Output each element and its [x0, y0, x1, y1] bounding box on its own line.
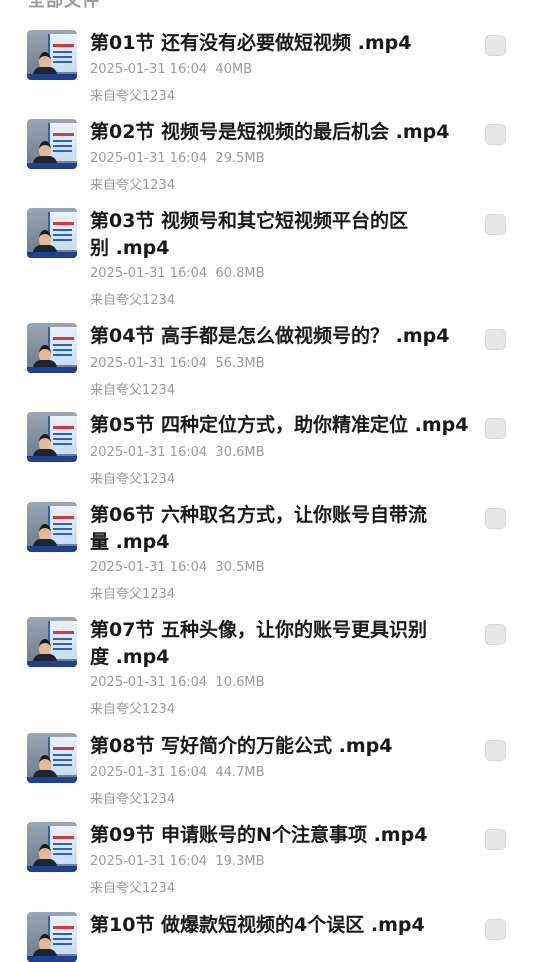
file-title: 第05节 四种定位方式，助你精准定位 .mp4	[90, 414, 469, 436]
video-thumbnail	[27, 208, 77, 258]
file-meta: 2025-01-31 16:04 30.5MB	[90, 560, 265, 575]
file-title: 第01节 还有没有必要做短视频 .mp4	[90, 32, 412, 54]
file-title: 第03节 视频号和其它短视频平台的区别 .mp4	[90, 210, 409, 259]
file-meta: 2025-01-31 16:04 29.5MB	[90, 151, 265, 166]
file-source: 来自夸父1234	[90, 178, 176, 193]
file-date: 2025-01-31 16:04	[90, 675, 208, 690]
video-thumbnail	[27, 412, 77, 462]
file-date: 2025-01-31 16:04	[90, 62, 208, 77]
file-size: 40MB	[215, 62, 253, 77]
file-date: 2025-01-31 16:04	[90, 765, 208, 780]
file-source: 来自夸父1234	[90, 293, 176, 308]
file-title: 第07节 五种头像，让你的账号更具识别度 .mp4	[90, 619, 428, 668]
select-checkbox[interactable]	[485, 35, 506, 56]
file-meta: 2025-01-31 16:04 40MB	[90, 62, 252, 77]
file-source: 来自夸父1234	[90, 383, 176, 398]
file-date: 2025-01-31 16:04	[90, 854, 208, 869]
file-size: 10.6MB	[215, 675, 265, 690]
video-thumbnail	[27, 617, 77, 667]
file-source: 来自夸父1234	[90, 702, 176, 717]
file-date: 2025-01-31 16:04	[90, 445, 208, 460]
video-thumbnail	[27, 323, 77, 373]
file-source: 来自夸父1234	[90, 472, 176, 487]
video-thumbnail	[27, 30, 77, 80]
select-checkbox[interactable]	[485, 829, 506, 850]
select-checkbox[interactable]	[485, 508, 506, 529]
video-thumbnail	[27, 822, 77, 872]
file-meta: 2025-01-31 16:04 44.7MB	[90, 765, 265, 780]
video-thumbnail	[27, 119, 77, 169]
file-source: 来自夸父1234	[90, 792, 176, 807]
file-size: 30.5MB	[215, 560, 265, 575]
file-title: 第06节 六种取名方式，让你账号自带流量 .mp4	[90, 504, 428, 553]
file-source: 来自夸父1234	[90, 881, 176, 896]
file-title: 第02节 视频号是短视频的最后机会 .mp4	[90, 121, 450, 143]
file-title: 第08节 写好简介的万能公式 .mp4	[90, 735, 393, 757]
select-checkbox[interactable]	[485, 418, 506, 439]
file-size: 60.8MB	[215, 266, 265, 281]
file-meta: 2025-01-31 16:04 10.6MB	[90, 675, 265, 690]
file-date: 2025-01-31 16:04	[90, 560, 208, 575]
file-source: 来自夸父1234	[90, 587, 176, 602]
file-title: 第04节 高手都是怎么做视频号的？ .mp4	[90, 325, 450, 347]
file-meta: 2025-01-31 16:04 56.3MB	[90, 356, 265, 371]
video-thumbnail	[27, 502, 77, 552]
file-date: 2025-01-31 16:04	[90, 356, 208, 371]
select-checkbox[interactable]	[485, 124, 506, 145]
file-meta: 2025-01-31 16:04 30.6MB	[90, 445, 265, 460]
file-size: 56.3MB	[215, 356, 265, 371]
file-size: 44.7MB	[215, 765, 265, 780]
select-checkbox[interactable]	[485, 624, 506, 645]
file-size: 30.6MB	[215, 445, 265, 460]
file-size: 19.3MB	[215, 854, 265, 869]
file-title: 第10节 做爆款短视频的4个误区 .mp4	[90, 914, 425, 936]
video-thumbnail	[27, 733, 77, 783]
select-checkbox[interactable]	[485, 329, 506, 350]
file-meta: 2025-01-31 16:04 60.8MB	[90, 266, 265, 281]
file-meta: 2025-01-31 16:04 19.3MB	[90, 854, 265, 869]
section-header: 全部文件	[28, 0, 100, 11]
video-thumbnail	[27, 912, 77, 962]
file-date: 2025-01-31 16:04	[90, 151, 208, 166]
select-checkbox[interactable]	[485, 214, 506, 235]
file-size: 29.5MB	[215, 151, 265, 166]
file-source: 来自夸父1234	[90, 89, 176, 104]
file-date: 2025-01-31 16:04	[90, 266, 208, 281]
file-title: 第09节 申请账号的N个注意事项 .mp4	[90, 824, 428, 846]
select-checkbox[interactable]	[485, 740, 506, 761]
